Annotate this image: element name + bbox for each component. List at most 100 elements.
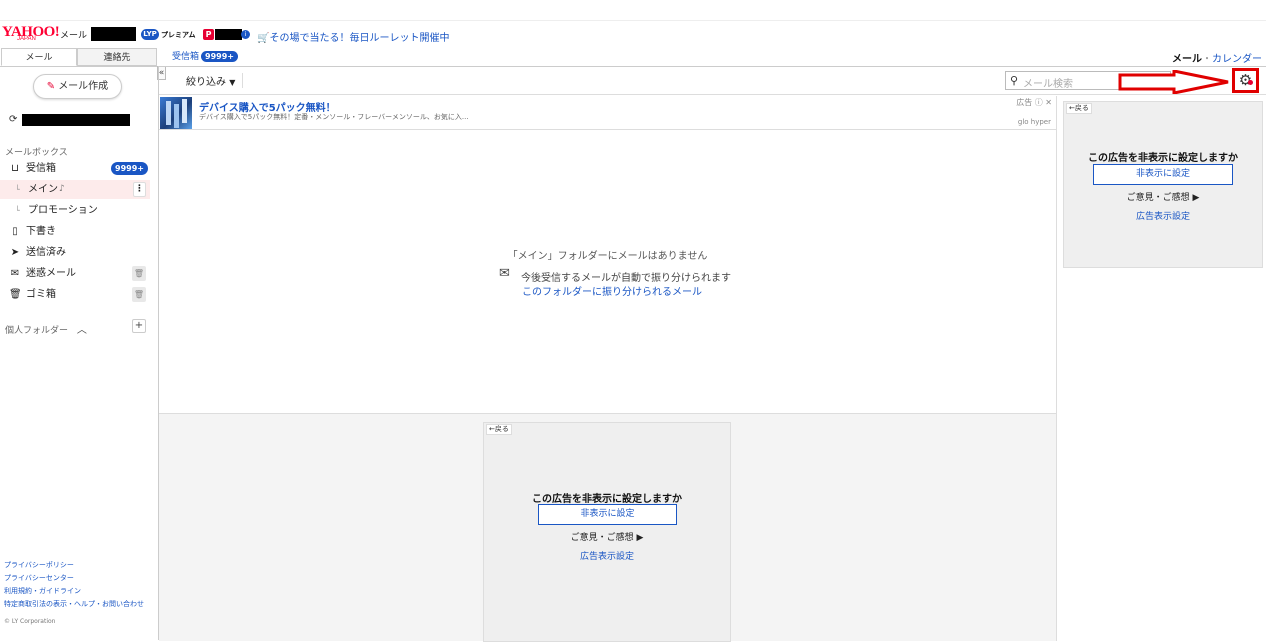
copyright: © LY Corporation [4,618,56,625]
logo-mail-label: メール [60,31,88,41]
search-placeholder: メール検索 [1023,79,1073,90]
footer-links: プライバシーポリシー プライバシーセンター 利用規約・ガイドライン 特定商取引法… [4,559,144,611]
ad-settings-link[interactable]: 広告表示設定 [1064,209,1262,222]
trash-icon: 🗑 [9,289,22,300]
mailbox-section-label: メールボックス [5,148,68,158]
ad-info-icon[interactable]: ⓘ [1035,98,1043,107]
chevron-up-icon: ︿ [76,325,87,336]
caret-right-icon: ▶ [1192,193,1200,203]
hide-ad-button[interactable]: 非表示に設定 [538,504,677,525]
cart-icon: 🛒 [257,33,270,44]
nav-mail[interactable]: メール [1172,54,1202,65]
caret-down-icon: ▼ [229,78,236,87]
ad-back-button[interactable]: ←戻る [1066,103,1092,114]
filter-dropdown[interactable]: 絞り込み ▼ [186,73,235,88]
toolbar-divider [242,73,243,88]
spam-mail-icon: ✉ [10,268,20,279]
right-ad-column: ←戻る この広告を非表示に設定しますか 非表示に設定 ご意見・ご感想 ▶ 広告表… [1056,96,1266,641]
ad-hide-question: この広告を非表示に設定しますか [1088,153,1238,164]
empty-trash-button[interactable]: 🗑 [132,287,146,302]
sidebar-item-sent[interactable]: ➤ 送信済み [0,243,150,262]
bottom-ad-area: ←戻る この広告を非表示に設定しますか 非表示に設定 ご意見・ご感想 ▶ 広告表… [159,413,1056,642]
ad-feedback-label: ご意見・ご感想 [1126,193,1190,203]
nav-calendar[interactable]: カレンダー [1212,54,1262,65]
sidebar: ✎ メール作成 ⟳ メールボックス ⊔ 受信箱 9999+ └ メイン ♪ ⋮ └… [0,66,157,640]
privacy-center-link[interactable]: プライバシーセンター [4,572,144,585]
ad-source: glo hyper [1017,118,1051,126]
compose-label: メール作成 [58,81,109,92]
inbox-icon: ⊔ [11,163,19,174]
inbox-count-badge: 9999+ [111,162,148,175]
right-ad-hide-panel: ←戻る この広告を非表示に設定しますか 非表示に設定 ご意見・ご感想 ▶ 広告表… [1063,101,1263,268]
empty-state: 「メイン」フォルダーにメールはありません ✉ 今後受信するメールが自動で振り分け… [159,131,1056,413]
sidebar-item-spam[interactable]: ✉ 迷惑メール 🗑 [0,264,150,283]
ad-back-button[interactable]: ←戻る [486,424,512,435]
folder-menu-button[interactable]: ⋮ [133,182,146,197]
mail-toolbar: 絞り込み ▼ ⚲ メール検索 ▼ 表示 ⚙ [159,67,1266,95]
bell-off-icon: ♪ [59,184,65,194]
tree-branch-icon: └ [15,185,20,194]
search-icon: ⚲ [1010,74,1019,87]
tab-contacts[interactable]: 連絡先 [77,48,157,66]
sidebar-tabs: メール 連絡先 [0,48,158,66]
inbox-tab-label: 受信箱 [172,52,200,62]
sidebar-item-label: ゴミ箱 [26,289,56,300]
sorted-mail-link[interactable]: このフォルダーに振り分けられるメール [522,283,702,298]
sponsored-mail-row[interactable]: デバイス購入で5パック無料！ デバイス購入で5パック無料！定番・メンソール・フレ… [159,96,1056,130]
sidebar-item-label: プロモーション [28,205,98,216]
sidebar-item-drafts[interactable]: ▯ 下書き [0,222,150,241]
ad-description: デバイス購入で5パック無料！定番・メンソール・フレーバーメンソール、お気に入..… [199,113,469,121]
roulette-promo-link[interactable]: 🛒その場で当たる！毎日ルーレット開催中 [257,29,449,44]
terms-link[interactable]: 利用規約・ガイドライン [4,585,144,598]
sidebar-item-label: 迷惑メール [26,268,76,279]
ad-feedback-label: ご意見・ご感想 [570,533,634,543]
inbox-tab[interactable]: 受信箱 9999+ [172,49,238,62]
empty-spam-button[interactable]: 🗑 [132,266,146,281]
app-switcher: メール・カレンダー [1172,50,1262,65]
compose-button[interactable]: ✎ メール作成 [33,74,122,99]
ad-close-icon[interactable]: ✕ [1045,98,1052,107]
personal-folders-label: 個人フォルダー [5,326,69,336]
paypay-icon[interactable]: P [203,29,214,40]
legal-help-link[interactable]: 特定商取引法の表示・ヘルプ・お問い合わせ [4,598,144,611]
main-pane: 絞り込み ▼ ⚲ メール検索 ▼ 表示 ⚙ デバイス購入で5パック無料！ デバイ… [158,66,1266,642]
sidebar-item-label: 受信箱 [26,163,56,174]
sidebar-item-label: 送信済み [26,247,66,258]
tree-branch-icon: └ [15,206,20,215]
yahoo-logo-sub: JAPAN [17,36,36,42]
refresh-icon[interactable]: ⟳ [9,114,17,125]
ad-feedback-link[interactable]: ご意見・ご感想 ▶ [1064,190,1262,203]
ad-label: 広告 [1016,98,1033,107]
nav-separator: ・ [1202,54,1212,65]
inbox-tab-count: 9999+ [201,51,238,62]
info-badge-icon: i [241,30,250,39]
caret-right-icon: ▶ [636,533,644,543]
tab-mail[interactable]: メール [1,48,77,66]
pencil-icon: ✎ [46,81,56,92]
empty-subtitle: 今後受信するメールが自動で振り分けられます [521,273,731,284]
ad-hide-question: この広告を非表示に設定しますか [532,494,682,505]
sidebar-item-inbox[interactable]: ⊔ 受信箱 9999+ [0,159,150,178]
hide-ad-button[interactable]: 非表示に設定 [1093,164,1233,185]
personal-folders-toggle[interactable]: 個人フォルダー ︿ [5,321,87,336]
promo-text: その場で当たる！毎日ルーレット開催中 [269,33,450,44]
lyp-premium-label[interactable]: プレミアム [161,30,196,40]
notification-dot [1248,80,1253,85]
privacy-policy-link[interactable]: プライバシーポリシー [4,559,144,572]
sidebar-item-promotion[interactable]: └ プロモーション [0,201,150,220]
settings-button[interactable]: ⚙ [1232,68,1259,93]
sidebar-item-main[interactable]: └ メイン ♪ ⋮ [0,180,150,199]
redacted-username [91,27,136,41]
redacted-points [215,29,242,40]
sidebar-item-trash[interactable]: 🗑 ゴミ箱 🗑 [0,285,150,304]
sidebar-item-label: 下書き [26,226,56,237]
lyp-icon[interactable]: LYP [141,29,159,40]
annotation-arrow-icon [1118,70,1229,94]
add-folder-button[interactable]: + [132,319,146,333]
ad-mark: 広告 ⓘ ✕ [1016,97,1052,108]
empty-title: 「メイン」フォルダーにメールはありません [507,251,708,262]
ad-feedback-link[interactable]: ご意見・ご感想 ▶ [484,530,730,543]
filter-label: 絞り込み [186,77,226,88]
ad-settings-link[interactable]: 広告表示設定 [484,549,730,562]
bottom-ad-hide-panel: ←戻る この広告を非表示に設定しますか 非表示に設定 ご意見・ご感想 ▶ 広告表… [483,422,731,642]
